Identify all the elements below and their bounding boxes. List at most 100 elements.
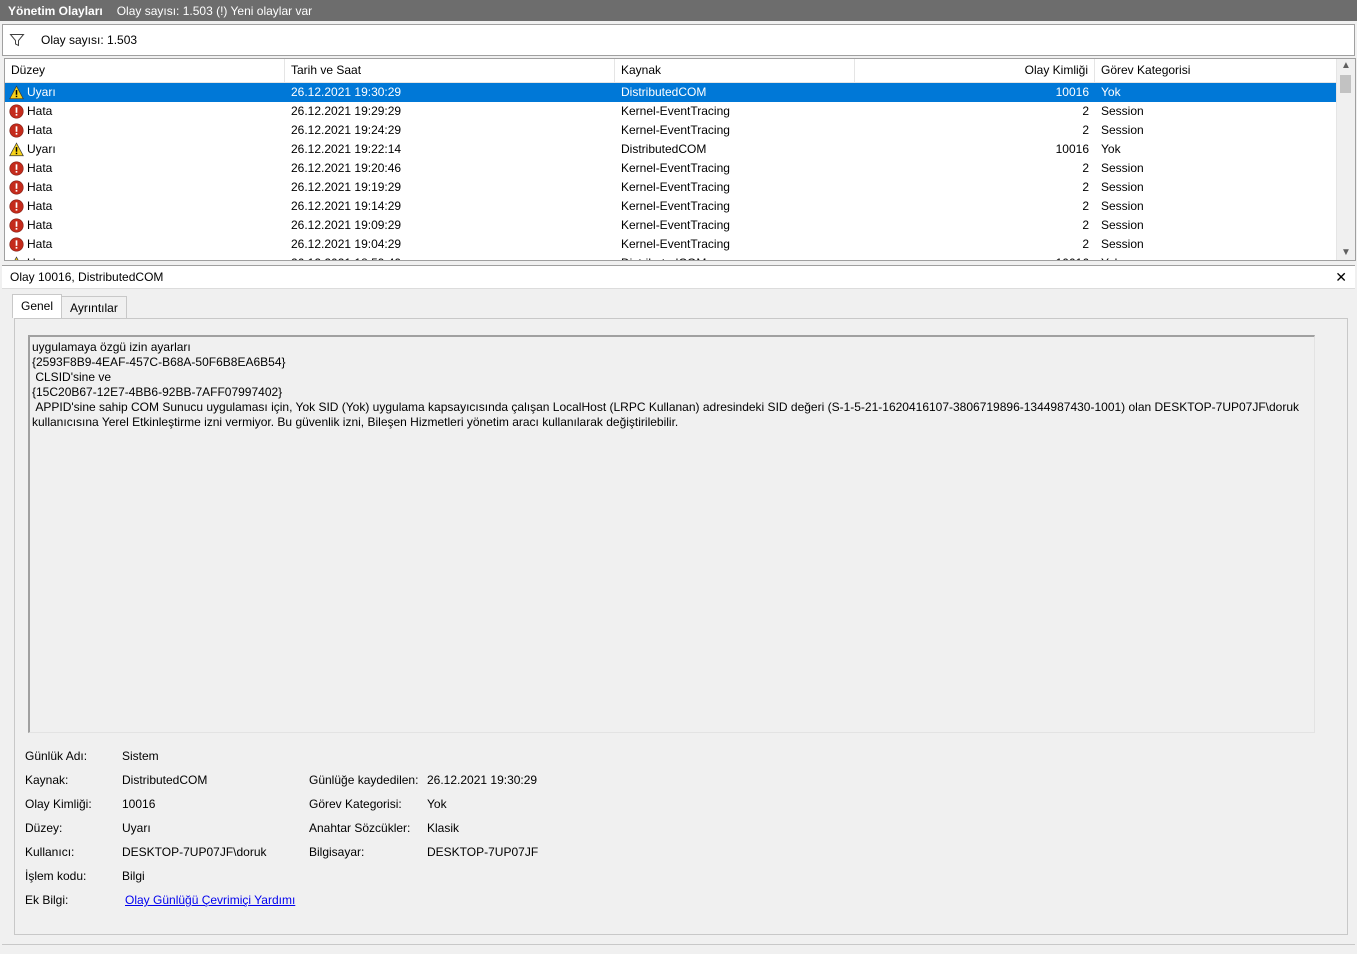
cell-event-id: 2 — [1082, 161, 1089, 175]
cell-level-text: Uyarı — [27, 85, 56, 99]
cell-level-text: Uyarı — [27, 142, 56, 156]
status-strip — [2, 944, 1355, 953]
computer-label: Bilgisayar: — [309, 845, 365, 859]
cell-source: Kernel-EventTracing — [621, 180, 730, 194]
filter-bar: Olay sayısı: 1.503 — [2, 24, 1355, 56]
event-message-box[interactable]: uygulamaya özgü izin ayarları {2593F8B9-… — [28, 335, 1315, 733]
table-row[interactable]: Hata 26.12.2021 19:04:29 Kernel-EventTraci… — [5, 235, 1337, 254]
cell-source: Kernel-EventTracing — [621, 237, 730, 251]
event-rows: Uyarı 26.12.2021 19:30:29 DistributedCOM 10… — [5, 83, 1337, 260]
level-label: Düzey: — [25, 821, 63, 835]
table-row[interactable]: Hata 26.12.2021 19:29:29 Kernel-EventTraci… — [5, 102, 1337, 121]
source-value[interactable]: DistributedCOM — [122, 773, 207, 787]
general-tab-pane: uygulamaya özgü izin ayarları {2593F8B9-… — [14, 318, 1348, 935]
cell-category: Session — [1101, 161, 1144, 175]
cell-date: 26.12.2021 19:24:29 — [291, 123, 402, 137]
more-info-label: Ek Bilgi: — [25, 893, 69, 907]
cell-event-id: 2 — [1082, 218, 1089, 232]
cell-source: DistributedCOM — [621, 85, 707, 99]
cell-level: Hata — [5, 178, 285, 197]
error-icon — [9, 123, 24, 138]
close-icon[interactable]: ✕ — [1335, 269, 1347, 286]
table-row[interactable]: Uyarı 26.12.2021 19:22:14 DistributedCOM 10… — [5, 140, 1337, 159]
logged-label: Günlüğe kaydedilen: — [309, 773, 419, 787]
cell-event-id: 2 — [1082, 104, 1089, 118]
cell-source: Kernel-EventTracing — [621, 123, 730, 137]
table-row[interactable]: Hata 26.12.2021 19:14:29 Kernel-EventTraci… — [5, 197, 1337, 216]
title-bar: Yönetim Olayları Olay sayısı: 1.503 (!) … — [0, 0, 1357, 21]
event-detail-title: Olay 10016, DistributedCOM — [10, 270, 164, 284]
user-value[interactable]: DESKTOP-7UP07JF\doruk — [122, 845, 267, 859]
filter-icon[interactable] — [9, 32, 25, 48]
filter-count-text: Olay sayısı: 1.503 — [41, 33, 138, 47]
warning-icon — [14, 256, 19, 260]
cell-date: 26.12.2021 19:09:29 — [291, 218, 402, 232]
table-row[interactable]: Hata 26.12.2021 19:09:29 Kernel-EventTraci… — [5, 216, 1337, 235]
error-icon — [9, 218, 24, 233]
cell-date: 26.12.2021 18:59:40 — [285, 254, 615, 260]
task-category-label: Görev Kategorisi: — [309, 797, 402, 811]
cell-category: Session — [1101, 104, 1144, 118]
warning-icon — [9, 142, 24, 157]
cell-level-text: Hata — [27, 161, 53, 175]
cell-level: Hata — [5, 216, 285, 235]
event-list[interactable]: Düzey Tarih ve Saat Kaynak Olay Kimliği … — [4, 58, 1356, 261]
opcode-value[interactable]: Bilgi — [122, 869, 145, 883]
keywords-value[interactable]: Klasik — [427, 821, 459, 835]
error-icon — [9, 104, 24, 119]
table-row[interactable]: Hata 26.12.2021 19:20:46 Kernel-EventTraci… — [5, 159, 1337, 178]
log-name-label: Günlük Adı: — [25, 749, 88, 763]
cell-event-id: 10016 — [1055, 85, 1089, 99]
scroll-down-icon[interactable]: ▼ — [1341, 247, 1351, 258]
computer-value[interactable]: DESKTOP-7UP07JF — [427, 845, 538, 859]
cell-date: 26.12.2021 19:30:29 — [291, 85, 402, 99]
column-header-event-id[interactable]: Olay Kimliği — [855, 59, 1095, 82]
scroll-thumb[interactable] — [1340, 75, 1351, 93]
cell-category: Session — [1101, 199, 1144, 213]
cell-level: Hata — [5, 235, 285, 254]
cell-category: Session — [1101, 237, 1144, 251]
cell-level: Uyarı — [5, 140, 285, 159]
tab-details[interactable]: Ayrıntılar — [61, 296, 127, 318]
cell-event-id: 10016 — [1055, 142, 1089, 156]
table-row[interactable]: Hata 26.12.2021 19:24:29 Kernel-EventTraci… — [5, 121, 1337, 140]
cell-level-text: Hata — [27, 104, 53, 118]
cell-date: 26.12.2021 19:04:29 — [291, 237, 402, 251]
column-header-date[interactable]: Tarih ve Saat — [285, 59, 615, 82]
column-header-source[interactable]: Kaynak — [615, 59, 855, 82]
tab-general[interactable]: Genel — [12, 294, 63, 318]
source-label: Kaynak: — [25, 773, 69, 787]
cell-source: Kernel-EventTracing — [621, 161, 730, 175]
table-row[interactable]: Uyarı 26.12.2021 19:30:29 DistributedCOM 10… — [5, 83, 1337, 102]
cell-level-text: Hata — [27, 237, 53, 251]
cell-category: Yok — [1101, 142, 1121, 156]
cell-source: Kernel-EventTracing — [621, 218, 730, 232]
task-category-value[interactable]: Yok — [427, 797, 447, 811]
online-help-link[interactable]: Olay Günlüğü Çevrimiçi Yardımı — [125, 893, 295, 907]
cell-event-id: 10016 — [855, 254, 1095, 260]
cell-level: Uyarı — [5, 254, 285, 260]
detail-tabs: Genel Ayrıntılar — [12, 294, 127, 318]
column-header-category[interactable]: Görev Kategorisi — [1095, 59, 1337, 82]
scroll-up-icon[interactable]: ▲ — [1341, 60, 1351, 71]
level-value[interactable]: Uyarı — [122, 821, 151, 835]
table-row[interactable]: Uyarı 26.12.2021 18:59:40DistributedCOM10… — [5, 254, 1337, 260]
cell-level-text: Uyarı — [27, 254, 56, 260]
event-id-value[interactable]: 10016 — [122, 797, 155, 811]
table-row[interactable]: Hata 26.12.2021 19:19:29 Kernel-EventTraci… — [5, 178, 1337, 197]
event-detail-header: Olay 10016, DistributedCOM ✕ — [2, 265, 1355, 289]
column-header-level[interactable]: Düzey — [5, 59, 285, 82]
vertical-scrollbar[interactable]: ▲ ▼ — [1336, 59, 1355, 260]
cell-level: Hata — [5, 121, 285, 140]
cell-category: Yok — [1095, 254, 1337, 260]
log-name-value[interactable]: Sistem — [122, 749, 159, 763]
logged-value[interactable]: 26.12.2021 19:30:29 — [427, 773, 537, 787]
cell-source: Kernel-EventTracing — [621, 199, 730, 213]
cell-level: Hata — [5, 197, 285, 216]
cell-date: 26.12.2021 19:19:29 — [291, 180, 402, 194]
opcode-label: İşlem kodu: — [25, 869, 87, 883]
cell-source: DistributedCOM — [621, 142, 707, 156]
cell-level: Hata — [5, 102, 285, 121]
error-icon — [9, 161, 24, 176]
error-icon — [9, 180, 24, 195]
